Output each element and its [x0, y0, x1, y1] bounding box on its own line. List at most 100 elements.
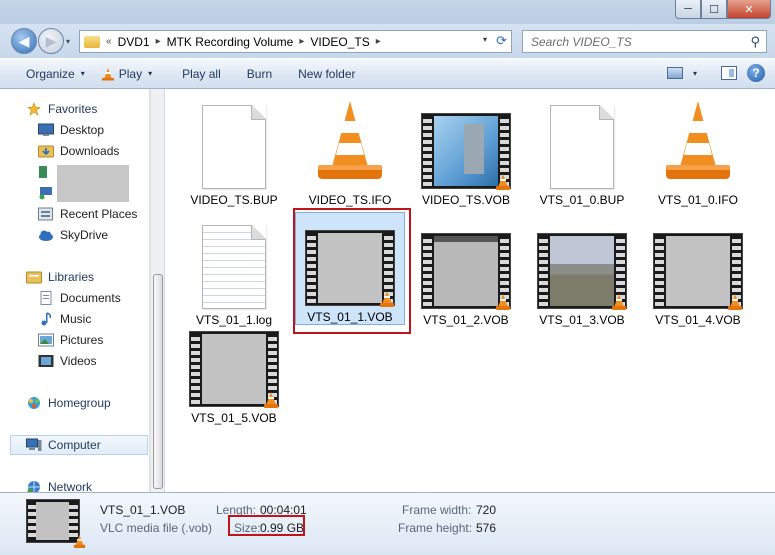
file-item[interactable]: VIDEO_TS.IFO [295, 99, 405, 207]
play-button[interactable]: Play ▾ [93, 63, 160, 85]
command-bar: Organize ▾ Play ▾ Play all Burn New fold… [0, 58, 775, 89]
chevron-down-icon[interactable]: ▾ [693, 69, 697, 78]
navigation-scrollbar[interactable] [150, 89, 164, 492]
breadcrumb-overflow[interactable]: « [106, 36, 112, 47]
file-name: VIDEO_TS.BUP [190, 193, 278, 207]
video-thumbnail [653, 219, 743, 310]
star-icon [27, 102, 41, 116]
sidebar-item-music[interactable]: Music [38, 309, 149, 329]
file-item[interactable]: VIDEO_TS.BUP [179, 99, 289, 207]
sidebar-item-favorites[interactable]: Favorites [26, 99, 149, 119]
file-item[interactable]: VTS_01_1.log [179, 219, 289, 327]
sidebar-item-label: Homegroup [48, 396, 111, 410]
details-file-name: VTS_01_1.VOB [100, 503, 186, 517]
sidebar-item-label: Downloads [60, 144, 120, 158]
file-name: VTS_01_2.VOB [423, 313, 509, 327]
help-icon[interactable]: ? [747, 64, 765, 82]
frame-width-label: Frame width: [402, 503, 472, 517]
organize-button[interactable]: Organize ▾ [18, 63, 93, 85]
window-controls: ─ ☐ ✕ [675, 0, 771, 20]
burn-button[interactable]: Burn [239, 63, 280, 85]
file-name: VTS_01_5.VOB [191, 411, 277, 425]
breadcrumb-separator[interactable]: ▸ [299, 36, 304, 47]
details-thumbnail [26, 499, 86, 548]
breadcrumb-dvd1[interactable]: DVD1 [118, 35, 150, 49]
file-name: VTS_01_3.VOB [539, 313, 625, 327]
frame-height-label: Frame height: [398, 521, 473, 535]
breadcrumb-separator[interactable]: ▸ [156, 36, 161, 47]
vlc-cone-icon [728, 294, 742, 310]
desktop-icon [38, 123, 54, 136]
libraries-icon [26, 271, 42, 284]
library-folder-icon [39, 166, 47, 178]
search-input[interactable] [531, 34, 741, 49]
computer-icon [26, 438, 42, 451]
sidebar-item-computer[interactable]: Computer [10, 435, 148, 455]
play-label: Play [118, 66, 143, 81]
file-name: VIDEO_TS.IFO [308, 193, 392, 207]
breadcrumb-separator[interactable]: ▸ [376, 36, 381, 47]
vlc-cone-icon [496, 174, 510, 190]
sidebar-item-libraries[interactable]: Libraries [26, 267, 149, 287]
back-button[interactable]: ◀ [11, 28, 37, 54]
file-item[interactable]: VTS_01_0.BUP [527, 99, 637, 207]
chevron-down-icon: ▾ [80, 69, 85, 78]
address-bar[interactable]: « DVD1 ▸ MTK Recording Volume ▸ VIDEO_TS… [79, 30, 512, 53]
redacted-item [57, 165, 129, 202]
breadcrumb-video-ts[interactable]: VIDEO_TS [310, 35, 369, 49]
change-view-icon[interactable] [666, 67, 683, 79]
search-icon[interactable]: ⚲ [750, 34, 760, 50]
file-item[interactable]: VTS_01_2.VOB [411, 219, 521, 327]
chevron-down-icon: ▾ [148, 69, 153, 78]
close-button[interactable]: ✕ [727, 0, 771, 19]
search-box[interactable]: ⚲ [522, 30, 767, 53]
forward-button[interactable]: ▶ [38, 28, 64, 54]
file-item[interactable]: VTS_01_4.VOB [643, 219, 753, 327]
sidebar-item-skydrive[interactable]: SkyDrive [38, 225, 149, 245]
vlc-cone-icon [101, 67, 114, 80]
sidebar-item-label: Music [60, 312, 92, 326]
file-item[interactable]: VTS_01_3.VOB [527, 219, 637, 327]
play-all-button[interactable]: Play all [174, 63, 229, 85]
file-item[interactable]: VTS_01_5.VOB [179, 317, 289, 425]
new-folder-button[interactable]: New folder [290, 63, 363, 85]
navigation-bar: ◀ ▶ ▾ « DVD1 ▸ MTK Recording Volume ▸ VI… [0, 24, 775, 58]
video-thumbnail [421, 99, 511, 190]
scrollbar-thumb[interactable] [153, 274, 163, 489]
preview-pane-icon[interactable] [721, 66, 737, 80]
breadcrumb-mtk-recording-volume[interactable]: MTK Recording Volume [167, 35, 294, 49]
recent-places-icon [38, 207, 53, 221]
sidebar-item-downloads[interactable]: Downloads [38, 141, 149, 161]
video-thumbnail [421, 219, 511, 310]
vlc-cone-icon [653, 99, 743, 189]
sidebar-item-documents[interactable]: Documents [38, 288, 149, 308]
file-item[interactable]: VTS_01_0.IFO [643, 99, 753, 207]
sidebar-item-network[interactable]: Network [26, 477, 149, 492]
address-dropdown[interactable]: ▾ [483, 35, 487, 44]
homegroup-icon [28, 397, 40, 409]
sidebar-item-videos[interactable]: Videos [38, 351, 149, 371]
file-name: VTS_01_0.IFO [657, 193, 739, 207]
cloud-icon [39, 230, 53, 241]
file-name: VTS_01_4.VOB [655, 313, 741, 327]
sidebar-item-homegroup[interactable]: Homegroup [26, 393, 149, 413]
recent-pages-dropdown[interactable]: ▾ [66, 37, 70, 46]
details-pane: VTS_01_1.VOB VLC media file (.vob) Lengt… [0, 492, 775, 555]
sidebar-item-recent-places[interactable]: Recent Places [38, 204, 149, 224]
refresh-icon[interactable]: ⟳ [496, 33, 507, 49]
sidebar-item-label: Libraries [48, 270, 95, 284]
sidebar-item-desktop[interactable]: Desktop [38, 120, 149, 140]
maximize-button[interactable]: ☐ [701, 0, 727, 19]
sidebar-item-label: Recent Places [60, 207, 138, 221]
sidebar-item-label: SkyDrive [60, 228, 109, 242]
sidebar-item-pictures[interactable]: Pictures [38, 330, 149, 350]
minimize-button[interactable]: ─ [675, 0, 701, 19]
file-name: VTS_01_0.BUP [539, 193, 625, 207]
file-item[interactable]: VIDEO_TS.VOB [411, 99, 521, 207]
vlc-cone-icon [264, 392, 278, 408]
sidebar-item-label: Documents [60, 291, 121, 305]
video-thumbnail [189, 317, 279, 408]
sidebar-item-label: Network [48, 480, 93, 492]
title-bar: ─ ☐ ✕ [0, 0, 775, 24]
documents-icon [40, 291, 52, 305]
